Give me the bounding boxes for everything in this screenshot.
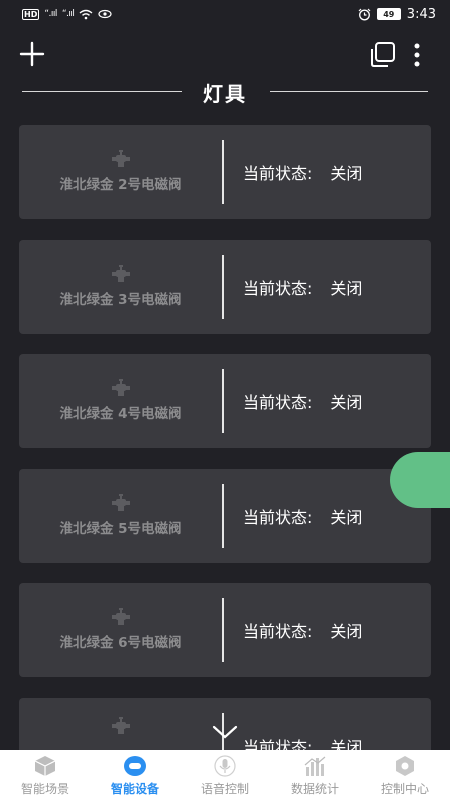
device-info [19,698,222,750]
status-value: 关闭 [330,622,363,641]
status-value: 关闭 [330,508,363,527]
device-info: 淮北绿金 6号电磁阀 [19,583,222,677]
device-status: 当前状态: 关闭 [243,240,362,334]
device-info: 淮北绿金 3号电磁阀 [19,240,222,334]
microphone-icon [214,755,236,777]
device-status: 当前状态: 关闭 [243,698,362,750]
nav-label: 数据统计 [290,782,339,796]
device-status: 当前状态: 关闭 [243,354,362,448]
divider [222,369,224,433]
valve-icon [111,717,130,734]
nav-item-smart-scene[interactable]: 智能场景 [0,750,90,800]
valve-icon [111,608,130,625]
nav-label: 语音控制 [200,782,249,796]
valve-icon [111,379,130,396]
chart-icon [304,756,326,776]
divider [222,255,224,319]
status-value: 关闭 [330,393,363,412]
device-name: 淮北绿金 6号电磁阀 [59,635,182,651]
status-label: 当前状态: [243,622,313,641]
section-title: 灯具 [203,81,247,106]
divider-line [270,91,428,92]
device-name: 淮北绿金 3号电磁阀 [59,292,182,308]
device-list[interactable]: 淮北绿金 2号电磁阀 当前状态: 关闭 淮北绿金 3号电磁阀 当前状态: 关闭 [0,0,450,750]
nav-item-data-stats[interactable]: 数据统计 [270,750,360,800]
divider-line [22,91,182,92]
status-label: 当前状态: [243,508,313,527]
device-card[interactable]: 淮北绿金 3号电磁阀 当前状态: 关闭 [19,240,431,334]
status-value: 关闭 [330,738,363,750]
device-info: 淮北绿金 5号电磁阀 [19,469,222,563]
device-card[interactable]: 淮北绿金 4号电磁阀 当前状态: 关闭 [19,354,431,448]
device-card[interactable]: 淮北绿金 5号电磁阀 当前状态: 关闭 [19,469,431,563]
hexagon-icon [396,756,414,776]
device-name: 淮北绿金 2号电磁阀 [59,177,182,193]
device-card[interactable]: 淮北绿金 2号电磁阀 当前状态: 关闭 [19,125,431,219]
valve-icon [111,494,130,511]
bottom-nav: 智能场景 智能设备 语音控制 数据统计 控制中心 [0,750,450,800]
nav-item-control-center[interactable]: 控制中心 [360,750,450,800]
status-value: 关闭 [330,279,363,298]
status-label: 当前状态: [243,393,313,412]
nav-item-smart-device[interactable]: 智能设备 [90,750,180,800]
device-status: 当前状态: 关闭 [243,583,362,677]
device-status: 当前状态: 关闭 [243,125,362,219]
status-label: 当前状态: [243,164,313,183]
cube-icon [34,756,56,776]
device-card[interactable]: 淮北绿金 6号电磁阀 当前状态: 关闭 [19,583,431,677]
status-label: 当前状态: [243,738,313,750]
divider [222,598,224,662]
nav-label: 控制中心 [380,782,429,796]
status-value: 关闭 [330,164,363,183]
nav-label: 智能场景 [20,782,69,796]
floating-action-button[interactable] [390,452,450,508]
section-header: 灯具 [0,76,450,108]
device-info: 淮北绿金 2号电磁阀 [19,125,222,219]
device-name: 淮北绿金 5号电磁阀 [59,521,182,537]
nav-item-voice-control[interactable]: 语音控制 [180,750,270,800]
divider [222,140,224,204]
device-icon [124,756,146,776]
device-status: 当前状态: 关闭 [243,469,362,563]
valve-icon [111,265,130,282]
nav-label: 智能设备 [110,782,159,796]
chevron-down-icon[interactable] [212,722,238,742]
device-name: 淮北绿金 4号电磁阀 [59,406,182,422]
device-info: 淮北绿金 4号电磁阀 [19,354,222,448]
valve-icon [111,150,130,167]
status-label: 当前状态: [243,279,313,298]
divider [222,484,224,548]
